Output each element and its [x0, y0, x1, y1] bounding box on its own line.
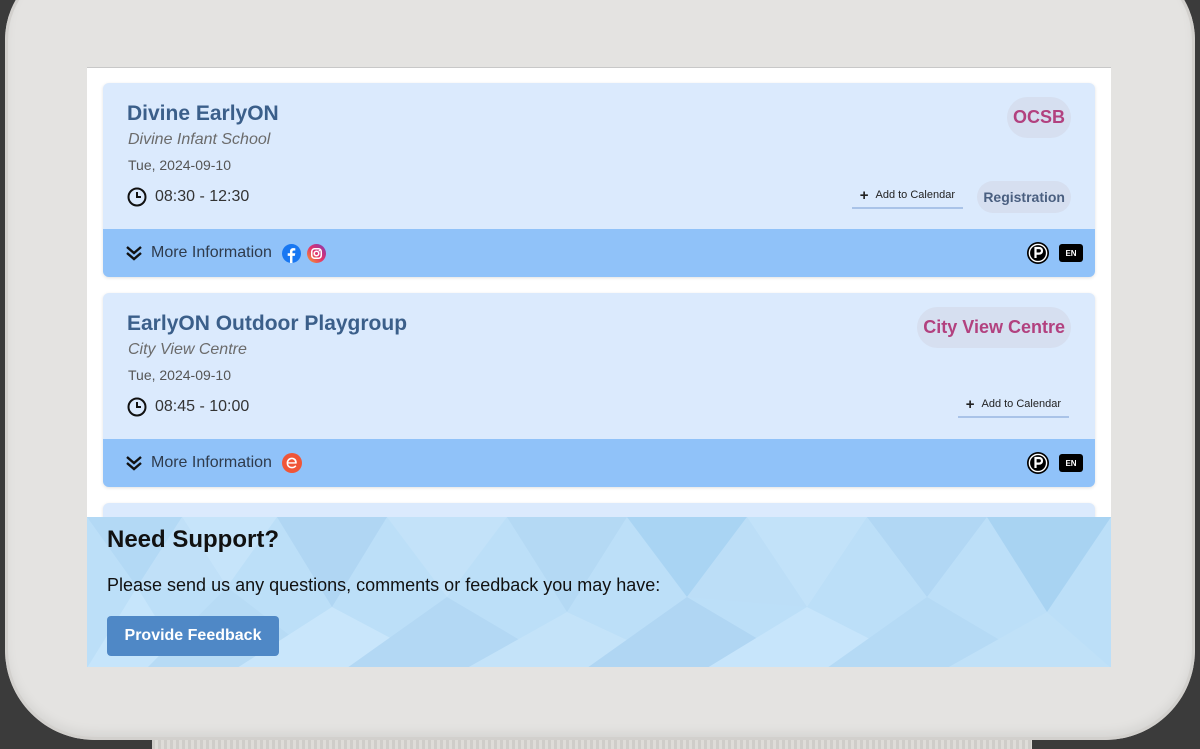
- facebook-icon[interactable]: [281, 243, 301, 263]
- provide-feedback-button[interactable]: Provide Feedback: [107, 616, 279, 656]
- plus-icon: +: [965, 395, 975, 413]
- social-links: [281, 453, 302, 473]
- organization-tag: OCSB: [1006, 97, 1071, 138]
- more-information-toggle[interactable]: More Information: [125, 454, 272, 472]
- add-to-calendar-button[interactable]: + Add to Calendar: [851, 181, 963, 209]
- event-title[interactable]: EarlyON Outdoor Playgroup: [127, 312, 407, 336]
- registration-button[interactable]: Registration: [977, 181, 1071, 213]
- plus-icon: +: [859, 186, 869, 204]
- language-badge: EN: [1059, 244, 1083, 262]
- organization-tag: City View Centre: [917, 307, 1071, 348]
- support-text: Please send us any questions, comments o…: [107, 575, 661, 595]
- more-information-toggle[interactable]: More Information: [125, 244, 272, 262]
- clock-icon: [127, 187, 147, 207]
- event-date: Tue, 2024-09-10: [128, 157, 231, 173]
- footer-badges: EN: [1026, 451, 1083, 475]
- card-footer: More Information EN: [103, 229, 1095, 277]
- event-card: EarlyON Outdoor Playgroup City View Cent…: [103, 293, 1095, 487]
- add-to-calendar-label: Add to Calendar: [981, 398, 1062, 410]
- screen: Divine EarlyON Divine Infant School Tue,…: [87, 67, 1111, 667]
- event-time-text: 08:45 - 10:00: [155, 398, 250, 415]
- event-card: Divine EarlyON Divine Infant School Tue,…: [103, 83, 1095, 277]
- double-chevron-down-icon: [126, 246, 142, 261]
- event-time: 08:45 - 10:00: [127, 397, 249, 417]
- more-information-label: More Information: [151, 454, 272, 471]
- language-badge: EN: [1059, 454, 1083, 472]
- social-links: [281, 243, 326, 263]
- event-venue: Divine Infant School: [128, 131, 271, 148]
- event-time-text: 08:30 - 12:30: [155, 188, 250, 205]
- support-title: Need Support?: [107, 526, 279, 553]
- card-footer: More Information EN: [103, 439, 1095, 487]
- event-title[interactable]: Divine EarlyON: [127, 102, 279, 126]
- clock-icon: [127, 397, 147, 417]
- eventbrite-icon[interactable]: [281, 453, 302, 473]
- add-to-calendar-label: Add to Calendar: [875, 189, 956, 201]
- double-chevron-down-icon: [126, 456, 142, 471]
- parking-icon: [1027, 452, 1049, 474]
- instagram-icon[interactable]: [306, 243, 326, 263]
- event-date: Tue, 2024-09-10: [128, 367, 231, 383]
- add-to-calendar-button[interactable]: + Add to Calendar: [957, 390, 1069, 418]
- footer-badges: EN: [1026, 241, 1083, 265]
- parking-icon: [1027, 242, 1049, 264]
- support-section: Need Support? Please send us any questio…: [87, 517, 1111, 667]
- more-information-label: More Information: [151, 244, 272, 261]
- event-venue: City View Centre: [128, 341, 247, 358]
- event-time: 08:30 - 12:30: [127, 187, 249, 207]
